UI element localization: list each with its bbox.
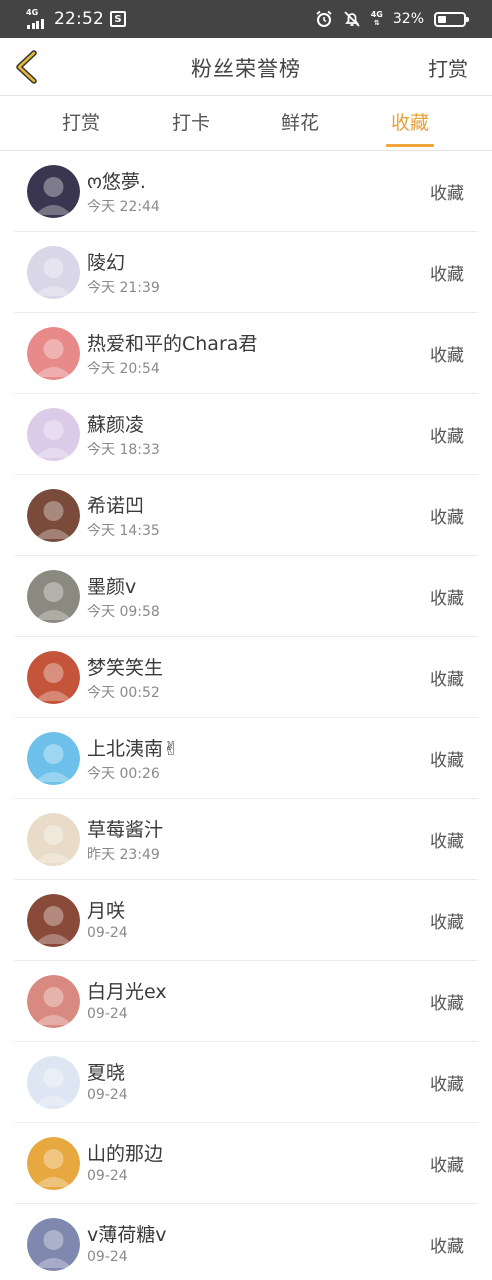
fan-action-label: 收藏	[430, 346, 464, 366]
fan-time: 09-24	[87, 1249, 128, 1265]
fan-list-item[interactable]: 月咲 09-24 收藏	[14, 880, 478, 961]
fan-action-label: 收藏	[430, 994, 464, 1014]
fan-list-item[interactable]: 陵幻今天 21:39 收藏	[14, 232, 478, 313]
avatar	[27, 1056, 80, 1109]
avatar	[27, 732, 80, 785]
avatar	[27, 408, 80, 461]
avatar	[27, 246, 80, 299]
fan-name: 白月光ex	[87, 981, 167, 1003]
fan-time: 今天 14:35	[87, 523, 160, 539]
fan-time: 昨天 23:49	[87, 847, 160, 863]
fan-action-label: 收藏	[430, 1237, 464, 1257]
fan-time: 今天 22:44	[87, 199, 160, 215]
fan-list-item[interactable]: 热爱和平的Chara君今天 20:54 收藏	[14, 313, 478, 394]
fan-action-label: 收藏	[430, 184, 464, 204]
fan-time: 今天 00:52	[87, 685, 160, 701]
fan-name: 山的那边	[87, 1143, 164, 1165]
avatar	[27, 1218, 80, 1271]
fan-action-label: 收藏	[430, 1075, 464, 1095]
fan-name: 上北洟南✌	[87, 738, 179, 760]
fan-list-item[interactable]: 蘇颜凌今天 18:33 收藏	[14, 394, 478, 475]
fan-list-item[interactable]: 白月光ex 09-24 收藏	[14, 961, 478, 1042]
fan-list-item[interactable]: 夏晓 09-24 收藏	[14, 1042, 478, 1123]
alarm-icon	[316, 10, 332, 27]
page-title: 粉丝荣誉榜	[191, 57, 301, 81]
status-left: 4G 22:52 S	[26, 8, 126, 30]
fan-list-item[interactable]: 草莓酱汁昨天 23:49 收藏	[14, 799, 478, 880]
avatar	[27, 813, 80, 866]
avatar	[27, 894, 80, 947]
network-type-right: 4G	[370, 10, 383, 19]
mute-notification-icon	[344, 11, 360, 27]
reward-button[interactable]: 打赏	[428, 53, 468, 82]
fan-time: 今天 00:26	[87, 766, 160, 782]
fan-list-item[interactable]: 希诺凹今天 14:35 收藏	[14, 475, 478, 556]
fan-time: 今天 20:54	[87, 361, 160, 377]
fan-action-label: 收藏	[430, 589, 464, 609]
fan-action-label: 收藏	[430, 265, 464, 285]
avatar	[27, 651, 80, 704]
fan-action-label: 收藏	[430, 913, 464, 933]
status-time: 22:52	[54, 9, 104, 29]
battery-icon	[434, 11, 469, 27]
data-signal-icon: 4G ⇅	[370, 10, 383, 27]
fan-time: 09-24	[87, 1168, 128, 1184]
fan-time: 今天 21:39	[87, 280, 160, 296]
avatar	[27, 489, 80, 542]
fan-list-item[interactable]: 梦笑笑生今天 00:52 收藏	[14, 637, 478, 718]
fan-list-item[interactable]: v薄荷糖v 09-24 收藏	[14, 1204, 478, 1280]
fan-name: 热爱和平的Chara君	[87, 333, 258, 355]
avatar	[27, 165, 80, 218]
fan-name: 梦笑笑生	[87, 657, 164, 679]
fan-action-label: 收藏	[430, 508, 464, 528]
fan-time: 09-24	[87, 1006, 128, 1022]
fan-list: ო悠夢. 今天 22:44 收藏 陵幻 今天 21:39 收藏 热爱和平的Chara君 今天 …	[0, 151, 492, 1280]
fan-time: 09-24	[87, 1087, 128, 1103]
fan-name: 墨颜v	[87, 576, 137, 598]
tab-checkin[interactable]: 打卡	[151, 108, 231, 150]
tab-reward[interactable]: 打赏	[41, 108, 121, 150]
fan-action-label: 收藏	[430, 751, 464, 771]
network-type-left: 4G	[26, 8, 39, 17]
fan-list-item[interactable]: 上北洟南✌ 今天 00:26 收藏	[14, 718, 478, 799]
avatar	[27, 975, 80, 1028]
tab-flowers[interactable]: 鲜花	[260, 108, 340, 150]
fan-name: v薄荷糖v	[87, 1224, 167, 1246]
avatar	[27, 1137, 80, 1190]
avatar	[27, 570, 80, 623]
tab-favorites[interactable]: 收藏	[370, 108, 450, 150]
fan-list-item[interactable]: 墨颜v 今天 09:58 收藏	[14, 556, 478, 637]
fan-name: 夏晓	[87, 1062, 126, 1084]
fan-name: 蘇颜凌	[87, 414, 145, 436]
fan-time: 09-24	[87, 925, 128, 941]
fan-action-label: 收藏	[430, 670, 464, 690]
fan-action-label: 收藏	[430, 427, 464, 447]
fan-time: 今天 09:58	[87, 604, 160, 620]
fan-time: 今天 18:33	[87, 442, 160, 458]
signal-icon: 4G	[26, 9, 48, 29]
tab-bar: 打赏 打卡 鲜花 收藏	[0, 96, 492, 151]
app-notification-icon: S	[110, 11, 126, 27]
avatar	[27, 327, 80, 380]
fan-name: 月咲	[87, 900, 126, 922]
fan-action-label: 收藏	[430, 1156, 464, 1176]
fan-list-item[interactable]: 山的那边 09-24 收藏	[14, 1123, 478, 1204]
app-header: 粉丝荣誉榜 打赏	[0, 38, 492, 96]
fan-action-label: 收藏	[430, 832, 464, 852]
fan-name: 希诺凹	[87, 495, 145, 517]
fan-list-item[interactable]: ო悠夢. 今天 22:44 收藏	[14, 151, 478, 232]
status-right: 4G ⇅ 32%	[315, 8, 469, 30]
fan-name: 陵幻	[87, 252, 126, 274]
fan-name: ო悠夢.	[87, 171, 146, 193]
battery-percent: 32%	[392, 11, 424, 27]
fan-name: 草莓酱汁	[87, 819, 164, 841]
status-bar: 4G 22:52 S 4G ⇅ 32%	[0, 0, 492, 38]
